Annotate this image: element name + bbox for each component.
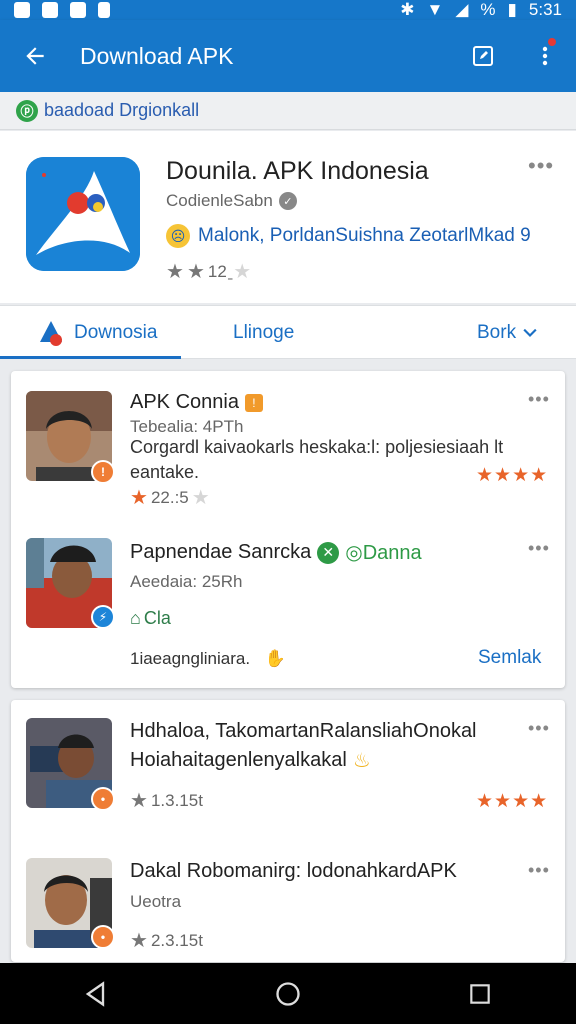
signal-icon: ◢ — [455, 0, 469, 19]
item-footer: 1iaeagngliniara. ✋ — [130, 649, 286, 668]
item-title: Dakal Robomanirg: lodonahkardAPK — [130, 860, 457, 882]
notification-dot — [548, 38, 556, 46]
page-title: Download APK — [80, 42, 234, 69]
info-badge-icon: • — [91, 925, 115, 949]
action-link[interactable]: Semlak — [478, 647, 541, 669]
app-rating: ★ ★ 12 ̱ ★ — [166, 259, 251, 284]
star-icon: ★ — [494, 791, 512, 812]
tab-downosia[interactable]: Downosia — [36, 306, 157, 360]
nav-recents-button[interactable] — [450, 969, 510, 1019]
tab-bar: Downosia Llinoge Bork — [0, 305, 576, 359]
star-icon: ★ — [530, 791, 548, 812]
notification-icon — [98, 2, 110, 18]
tab-indicator — [0, 356, 181, 359]
app-name: Dounila. APK Indonesia — [166, 157, 429, 185]
fire-icon: ♨ — [352, 750, 371, 772]
edit-icon — [473, 46, 493, 66]
developer-name[interactable]: CodienleSabn ✓ — [166, 191, 297, 211]
more-horiz-icon[interactable]: ••• — [528, 718, 550, 739]
app-list-card: • Hdhaloa, TakomartanRalansliahOnokal Ho… — [11, 700, 565, 962]
square-recents-icon — [470, 983, 490, 1004]
item-title-line2: Hoiahaitagenlenyalkakal ♨ — [130, 749, 371, 772]
wifi-icon: ▼ — [426, 0, 444, 19]
close-circle-icon: ✕ — [317, 541, 340, 564]
star-icon: ★ — [191, 487, 210, 509]
star-icon: ★ — [166, 261, 184, 283]
app-header: Dounila. APK Indonesia CodienleSabn ✓ ☹ … — [0, 131, 576, 303]
star-icon: ★ — [130, 930, 148, 952]
overflow-menu-button[interactable] — [514, 20, 576, 92]
edit-button[interactable] — [452, 20, 514, 92]
status-bar: ✱ ▼ ◢ % ▮ 5:31 — [0, 0, 576, 20]
more-horiz-icon[interactable]: ••• — [528, 860, 550, 881]
star-icon: ★ — [130, 487, 148, 509]
arrow-left-icon — [26, 47, 44, 65]
nav-home-button[interactable] — [258, 969, 318, 1019]
more-horiz-icon[interactable]: ••• — [528, 538, 550, 559]
download-badge-icon — [40, 321, 62, 346]
star-rating: ★ ★ ★ ★ — [476, 790, 547, 813]
triangle-back-icon — [85, 980, 105, 1007]
notification-icon — [70, 2, 86, 18]
tab-llinoge[interactable]: Llinoge — [233, 306, 294, 360]
info-badge-icon: ! — [91, 460, 115, 484]
item-subtitle: Aeedaia: 25Rh — [130, 572, 243, 591]
item-subtitle: Ueotra — [130, 892, 182, 911]
star-icon: ★ — [476, 791, 494, 812]
more-vert-icon — [542, 46, 548, 66]
sub-header-text: baadoad Drgionkall — [44, 100, 200, 120]
status-time: 5:31 — [528, 0, 562, 19]
star-icon: ★ — [512, 791, 530, 812]
pin-icon: ◎ — [345, 542, 363, 564]
item-rating: ★ 1.3.15t — [130, 790, 203, 812]
bluetooth-icon: ✱ — [400, 0, 415, 19]
more-horiz-icon[interactable]: ••• — [528, 389, 550, 410]
sad-face-icon: ☹ — [166, 224, 190, 248]
info-badge-icon: • — [91, 787, 115, 811]
star-icon: ★ — [530, 465, 548, 486]
battery-text: % — [480, 0, 496, 19]
star-icon: ★ — [476, 465, 494, 486]
rating-value: 12 ̱ — [207, 261, 231, 281]
star-icon: ★ — [186, 261, 205, 283]
system-nav-bar — [0, 963, 576, 1024]
home-icon: ⌂ — [130, 608, 141, 628]
store-logo-icon: ⓟ — [16, 99, 38, 122]
verified-icon: ✓ — [278, 192, 297, 210]
back-button[interactable] — [0, 43, 70, 69]
star-rating: ★ ★ ★ ★ — [476, 464, 547, 487]
tab-bork[interactable]: Bork — [477, 306, 540, 360]
star-icon: ★ — [130, 790, 148, 812]
circle-home-icon — [276, 981, 300, 1006]
nav-back-button[interactable] — [66, 969, 126, 1019]
promo-text: ☹ Malonk, PorldanSuishna ZeotarlMkad 9 — [166, 224, 531, 248]
alert-icon: ! — [244, 393, 263, 412]
item-info: ⌂ Cla — [130, 608, 171, 628]
item-subtitle: Tebealia: 4PTh — [130, 417, 244, 436]
item-title: APK Connia ! — [130, 391, 263, 414]
lightning-badge-icon: ⚡ — [91, 605, 115, 629]
star-icon: ★ — [494, 465, 512, 486]
item-rating: ★ 2.3.15t — [130, 930, 203, 952]
battery-icon: ▮ — [507, 0, 517, 19]
app-logo-icon[interactable] — [26, 157, 140, 271]
sub-header[interactable]: ⓟ baadoad Drgionkall — [0, 92, 576, 130]
item-title: Hdhaloa, TakomartanRalansliahOnokal — [130, 720, 477, 742]
notification-icon — [42, 2, 58, 18]
item-description: Corgardl kaivaokarls heskaka:l: poljesie… — [130, 437, 504, 482]
item-tag: ◎Danna — [345, 542, 422, 564]
notification-icon — [14, 2, 30, 18]
more-horiz-icon[interactable]: ••• — [528, 153, 554, 179]
app-list-card: ! APK Connia ! Tebealia: 4PTh Corgardl k… — [11, 371, 565, 688]
item-rating: ★ 22.:5 ★ — [130, 487, 210, 509]
star-icon: ★ — [233, 261, 252, 283]
app-bar: Download APK — [0, 20, 576, 92]
star-icon: ★ — [512, 465, 530, 486]
thumb-icon: ✋ — [264, 649, 286, 668]
item-title: Papnendae Sanrcka ✕ ◎Danna — [130, 541, 422, 564]
chevron-down-icon — [523, 328, 537, 338]
